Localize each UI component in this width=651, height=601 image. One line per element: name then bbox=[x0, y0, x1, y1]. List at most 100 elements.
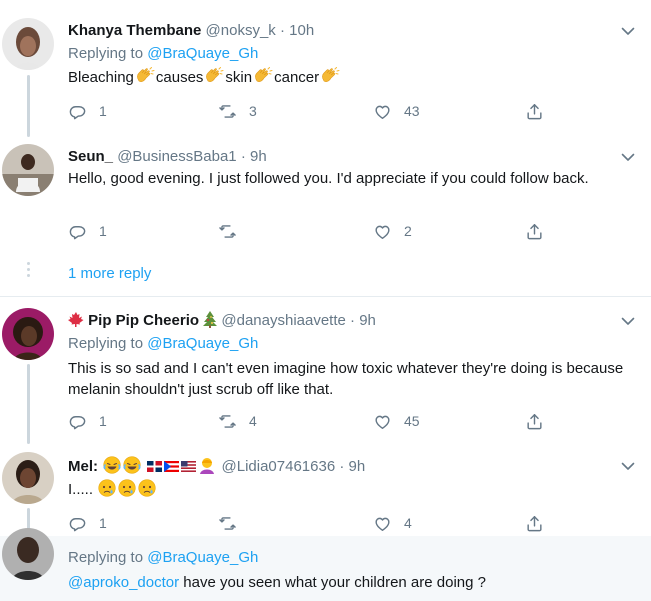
tweet-text-content: have you seen what your children are doi… bbox=[179, 574, 486, 591]
chevron-down-icon[interactable] bbox=[621, 316, 635, 326]
reply-button[interactable]: 1 bbox=[68, 512, 107, 534]
retweet-button[interactable] bbox=[218, 512, 249, 534]
like-button[interactable]: 45 bbox=[373, 410, 420, 432]
thread-line bbox=[27, 508, 30, 530]
display-name[interactable]: Mel: bbox=[68, 458, 98, 475]
username[interactable]: @danayshiaavette bbox=[221, 312, 345, 329]
replying-to-mention[interactable]: @BraQuaye_Gh bbox=[147, 45, 258, 62]
tweet-word: causes bbox=[155, 69, 204, 86]
reply-icon bbox=[68, 222, 87, 241]
retweet-button[interactable] bbox=[218, 220, 249, 242]
username[interactable]: @noksy_k bbox=[206, 22, 276, 39]
timestamp[interactable]: · 10h bbox=[280, 22, 314, 39]
tweet-actions: 1 4 45 bbox=[68, 410, 558, 432]
crying-face-emoji bbox=[98, 479, 116, 497]
tweet-header: Khanya Thembane @noksy_k · 10h bbox=[68, 21, 314, 41]
tweet-text: @aproko_doctor have you seen what your c… bbox=[68, 572, 486, 593]
tweet-actions: 1 3 43 bbox=[68, 100, 558, 122]
thread-dots bbox=[27, 262, 30, 280]
retweet-count: 3 bbox=[249, 103, 257, 119]
replying-to-label: Replying to bbox=[68, 45, 144, 62]
timestamp[interactable]: · 9h bbox=[350, 312, 376, 329]
tweet-quoted-reply[interactable]: Replying to @BraQuaye_Gh @aproko_doctor … bbox=[0, 528, 651, 601]
reply-icon bbox=[68, 102, 87, 121]
tweet-word: skin bbox=[225, 69, 253, 86]
chevron-down-icon[interactable] bbox=[621, 152, 635, 162]
retweet-icon bbox=[218, 514, 237, 533]
tweet-header: Seun_ @BusinessBaba1 · 9h bbox=[68, 147, 267, 167]
retweet-icon bbox=[218, 222, 237, 241]
share-button[interactable] bbox=[525, 512, 544, 534]
reply-count: 1 bbox=[99, 515, 107, 531]
timestamp[interactable]: · 9h bbox=[241, 148, 267, 165]
reply-button[interactable]: 1 bbox=[68, 100, 107, 122]
share-icon bbox=[525, 514, 544, 533]
divider bbox=[0, 296, 651, 297]
replying-to: Replying to @BraQuaye_Gh bbox=[68, 548, 258, 568]
avatar[interactable] bbox=[2, 452, 54, 504]
share-button[interactable] bbox=[525, 100, 544, 122]
reply-icon bbox=[68, 514, 87, 533]
thread-line bbox=[27, 75, 30, 137]
reply-count: 1 bbox=[99, 103, 107, 119]
like-icon bbox=[373, 102, 392, 121]
like-button[interactable]: 2 bbox=[373, 220, 412, 242]
reply-count: 1 bbox=[99, 413, 107, 429]
face-with-tears-of-joy-emoji bbox=[123, 456, 141, 474]
retweet-button[interactable]: 4 bbox=[218, 410, 257, 432]
clapping-hands-emoji bbox=[253, 67, 273, 85]
crying-face-emoji bbox=[138, 479, 156, 497]
display-name[interactable]: Khanya Thembane bbox=[68, 22, 201, 39]
tweet-word: Bleaching bbox=[68, 69, 134, 86]
reply-icon bbox=[68, 412, 87, 431]
like-icon bbox=[373, 514, 392, 533]
replying-to-label: Replying to bbox=[68, 335, 144, 352]
retweet-icon bbox=[218, 412, 237, 431]
face-with-tears-of-joy-emoji bbox=[103, 456, 121, 474]
like-button[interactable]: 43 bbox=[373, 100, 420, 122]
tweet-header: Mel: @Lidia07461636 · 9h bbox=[68, 456, 365, 477]
tweet-text-content: I..... bbox=[68, 481, 94, 498]
like-count: 43 bbox=[404, 103, 420, 119]
retweet-icon bbox=[218, 102, 237, 121]
reply-count: 1 bbox=[99, 223, 107, 239]
share-button[interactable] bbox=[525, 220, 544, 242]
share-icon bbox=[525, 222, 544, 241]
like-icon bbox=[373, 222, 392, 241]
username[interactable]: @Lidia07461636 bbox=[222, 458, 336, 475]
clapping-hands-emoji bbox=[135, 67, 155, 85]
reply-button[interactable]: 1 bbox=[68, 410, 107, 432]
chevron-down-icon[interactable] bbox=[621, 26, 635, 36]
replying-to-mention[interactable]: @BraQuaye_Gh bbox=[147, 549, 258, 566]
show-more-replies-link[interactable]: 1 more reply bbox=[68, 265, 151, 282]
replying-to-label: Replying to bbox=[68, 549, 144, 566]
share-icon bbox=[525, 102, 544, 121]
like-count: 2 bbox=[404, 223, 412, 239]
display-name[interactable]: Pip Pip Cheerio bbox=[88, 312, 199, 329]
thread-line bbox=[27, 364, 30, 444]
mention-link[interactable]: @aproko_doctor bbox=[68, 574, 179, 591]
maple-leaf-emoji bbox=[68, 312, 84, 327]
share-button[interactable] bbox=[525, 410, 544, 432]
replying-to-mention[interactable]: @BraQuaye_Gh bbox=[147, 335, 258, 352]
avatar[interactable] bbox=[2, 308, 54, 360]
us-flag-emoji bbox=[181, 461, 197, 472]
puerto-rico-flag-emoji bbox=[164, 461, 180, 472]
username[interactable]: @BusinessBaba1 bbox=[117, 148, 236, 165]
tweet-word: cancer bbox=[274, 69, 320, 86]
avatar[interactable] bbox=[2, 144, 54, 196]
clapping-hands-emoji bbox=[204, 67, 224, 85]
reply-button[interactable]: 1 bbox=[68, 220, 107, 242]
clapping-hands-emoji bbox=[320, 67, 340, 85]
avatar[interactable] bbox=[2, 18, 54, 70]
tweet-text: Bleaching causes skin cancer bbox=[68, 67, 341, 88]
crying-face-emoji bbox=[118, 479, 136, 497]
timestamp[interactable]: · 9h bbox=[339, 458, 365, 475]
avatar[interactable] bbox=[2, 528, 54, 580]
chevron-down-icon[interactable] bbox=[621, 461, 635, 471]
christmas-tree-emoji bbox=[203, 311, 218, 328]
like-count: 4 bbox=[404, 515, 412, 531]
display-name[interactable]: Seun_ bbox=[68, 148, 113, 165]
retweet-button[interactable]: 3 bbox=[218, 100, 257, 122]
like-button[interactable]: 4 bbox=[373, 512, 412, 534]
